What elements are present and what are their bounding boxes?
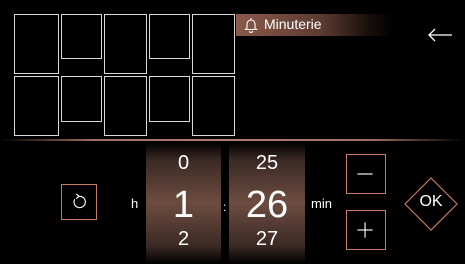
tile-7[interactable] bbox=[61, 76, 102, 122]
tile-8[interactable] bbox=[104, 76, 147, 136]
hours-current: 1 bbox=[172, 184, 195, 226]
minutes-picker[interactable]: 25 26 27 bbox=[229, 142, 305, 264]
arrow-left-icon[interactable] bbox=[427, 27, 453, 43]
timer-title: Minuterie bbox=[264, 16, 322, 32]
divider bbox=[0, 139, 465, 141]
minutes-unit-label: min bbox=[311, 196, 332, 211]
minutes-next[interactable]: 27 bbox=[229, 228, 305, 251]
tile-1[interactable] bbox=[14, 14, 59, 74]
tile-9[interactable] bbox=[149, 76, 190, 122]
ok-label: OK bbox=[419, 193, 443, 210]
hours-unit-label: h bbox=[131, 196, 139, 211]
tile-5[interactable] bbox=[192, 14, 235, 74]
tile-6[interactable] bbox=[14, 76, 59, 136]
tile-3[interactable] bbox=[104, 14, 147, 74]
tile-10[interactable] bbox=[192, 76, 235, 136]
minutes-current: 26 bbox=[245, 184, 289, 226]
tile-4[interactable] bbox=[149, 14, 190, 59]
reset-icon bbox=[73, 193, 86, 209]
plus-icon bbox=[357, 222, 373, 238]
reset-button[interactable] bbox=[61, 184, 97, 220]
timer-header: Minuterie bbox=[236, 14, 393, 36]
time-separator: : bbox=[223, 200, 227, 214]
bell-icon bbox=[244, 18, 258, 33]
minutes-prev[interactable]: 25 bbox=[229, 152, 305, 175]
increment-button[interactable] bbox=[346, 210, 386, 250]
tile-2[interactable] bbox=[61, 14, 102, 59]
hours-picker[interactable]: 0 1 2 bbox=[146, 142, 221, 264]
minus-icon bbox=[357, 173, 373, 175]
ok-button[interactable]: OK bbox=[404, 177, 458, 231]
hours-next[interactable]: 2 bbox=[146, 228, 221, 251]
hours-prev[interactable]: 0 bbox=[146, 152, 221, 175]
decrement-button[interactable] bbox=[346, 154, 386, 194]
